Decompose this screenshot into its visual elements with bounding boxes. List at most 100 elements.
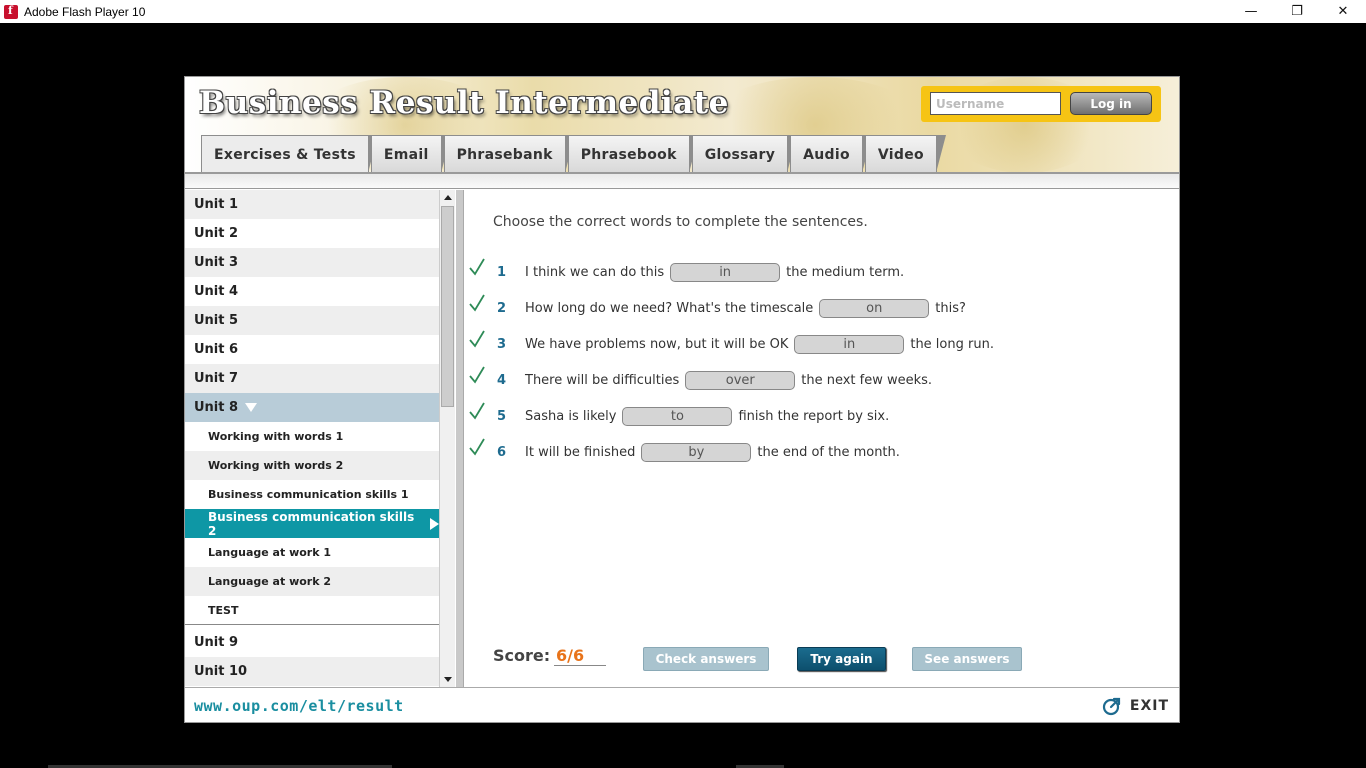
sidebar-sub-item[interactable]: Business communication skills 2	[185, 509, 439, 538]
sentence-before: There will be difficulties	[525, 372, 680, 388]
flash-app: Business Result Intermediate Log in Exer…	[184, 76, 1180, 723]
sub-item-label: Language at work 2	[208, 575, 332, 588]
sidebar-sub-item[interactable]: Language at work 2	[185, 567, 439, 596]
see-answers-button[interactable]: See answers	[912, 647, 1022, 671]
login-button[interactable]: Log in	[1070, 92, 1152, 115]
restore-button[interactable]: ❐	[1274, 0, 1320, 23]
sidebar-unit-item[interactable]: Unit 7	[185, 364, 439, 393]
tab-email[interactable]: Email	[370, 135, 451, 173]
sentence-after: the next few weeks.	[801, 372, 933, 388]
correct-check-icon	[469, 294, 485, 312]
exercise-instructions: Choose the correct words to complete the…	[493, 214, 868, 230]
unit-label: Unit 2	[194, 226, 239, 241]
sidebar-sub-item[interactable]: Working with words 2	[185, 451, 439, 480]
question-sentence: How long do we need? What's the timescal…	[525, 298, 966, 318]
sentence-before: Sasha is likely	[525, 408, 617, 424]
exit-button[interactable]: EXIT	[1102, 696, 1169, 716]
login-panel: Log in	[921, 86, 1161, 122]
question-row: 1 I think we can do this in the medium term…	[465, 258, 1165, 283]
close-button[interactable]: ✕	[1320, 0, 1366, 23]
sidebar-unit-item[interactable]: Unit 10	[185, 657, 439, 686]
answer-field[interactable]: to	[622, 406, 733, 426]
correct-check-icon	[469, 258, 485, 276]
score-label: Score:	[493, 646, 551, 665]
score-value: 6/6	[554, 646, 606, 666]
question-sentence: There will be difficulties over the next f…	[525, 370, 933, 390]
sidebar-unit-item[interactable]: Unit 6	[185, 335, 439, 364]
question-number: 4	[497, 372, 507, 388]
unit-label: Unit 5	[194, 313, 239, 328]
sentence-before: It will be finished	[525, 444, 636, 460]
unit-label: Unit 7	[194, 371, 239, 386]
sub-bar	[185, 174, 1179, 189]
window-controls: — ❐ ✕	[1228, 0, 1366, 23]
footer-url-link[interactable]: www.oup.com/elt/result	[194, 697, 404, 715]
app-header: Business Result Intermediate Log in Exer…	[185, 77, 1179, 174]
app-title: Business Result Intermediate	[199, 85, 729, 121]
sub-item-label: TEST	[208, 603, 239, 617]
answer-field[interactable]: in	[794, 334, 905, 354]
try-again-button[interactable]: Try again	[797, 647, 886, 671]
sentence-after: finish the report by six.	[738, 408, 890, 424]
tab-exercises-tests[interactable]: Exercises & Tests	[201, 135, 378, 174]
app-footer: www.oup.com/elt/result EXIT	[185, 687, 1179, 722]
sub-item-label: Working with words 2	[208, 459, 344, 472]
answer-field[interactable]: by	[641, 442, 752, 462]
question-row: 2 How long do we need? What's the timesca…	[465, 294, 1165, 319]
scroll-thumb[interactable]	[441, 206, 454, 407]
sidebar-scrollbar[interactable]	[439, 190, 455, 687]
sentence-after: the end of the month.	[757, 444, 900, 460]
selected-arrow-icon	[430, 517, 439, 530]
unit-label: Unit 3	[194, 255, 239, 270]
question-row: 3 We have problems now, but it will be OK…	[465, 330, 1165, 355]
sidebar-unit-item[interactable]: Unit 9	[185, 628, 439, 657]
sentence-before: I think we can do this	[525, 264, 665, 280]
sidebar-sub-item[interactable]: Working with words 1	[185, 422, 439, 451]
username-input[interactable]	[930, 92, 1061, 115]
sidebar-unit-item[interactable]: Unit 3	[185, 248, 439, 277]
answer-field[interactable]: over	[685, 370, 796, 390]
unit-label: Unit 4	[194, 284, 239, 299]
answer-field[interactable]: in	[670, 262, 781, 282]
sidebar-sub-item[interactable]: Business communication skills 1	[185, 480, 439, 509]
correct-check-icon	[469, 438, 485, 456]
sidebar-unit-item[interactable]: Unit 4	[185, 277, 439, 306]
tab-phrasebook[interactable]: Phrasebook	[567, 135, 699, 173]
arrow-up-icon	[443, 195, 452, 200]
question-sentence: We have problems now, but it will be OK i…	[525, 334, 994, 354]
question-number: 1	[497, 264, 507, 280]
sentence-after: the medium term.	[786, 264, 905, 280]
tab-glossary[interactable]: Glossary	[691, 135, 798, 173]
scroll-down-button[interactable]	[440, 672, 455, 687]
sidebar-unit-item[interactable]: Unit 1	[185, 190, 439, 219]
tab-video[interactable]: Video	[864, 135, 946, 173]
question-sentence: It will be finished by the end of the mont…	[525, 442, 900, 462]
sub-item-label: Business communication skills 2	[208, 509, 415, 538]
question-row: 6 It will be finished by the end of the mon…	[465, 438, 1165, 463]
unit-sidebar: Unit 1 Unit 2 Unit 3 Unit 4 Unit 5 Unit 6 Unit…	[185, 190, 439, 687]
correct-check-icon	[469, 366, 485, 384]
answer-field[interactable]: on	[819, 298, 930, 318]
flash-player-icon	[4, 4, 18, 19]
scroll-up-button[interactable]	[440, 190, 455, 205]
sidebar-sub-item[interactable]: TEST	[185, 596, 439, 625]
minimize-button[interactable]: —	[1228, 0, 1274, 23]
sentence-before: We have problems now, but it will be OK	[525, 336, 789, 352]
sub-item-label: Working with words 1	[208, 430, 344, 443]
sidebar-unit-item[interactable]: Unit 2	[185, 219, 439, 248]
window-title: Adobe Flash Player 10	[24, 4, 146, 19]
window-titlebar: Adobe Flash Player 10 — ❐ ✕	[0, 0, 1366, 23]
unit-label: Unit 8	[194, 400, 239, 415]
sidebar-sub-item[interactable]: Language at work 1	[185, 538, 439, 567]
check-answers-button[interactable]: Check answers	[643, 647, 769, 671]
sidebar-unit-item[interactable]: Unit 5	[185, 306, 439, 335]
unit-label: Unit 6	[194, 342, 239, 357]
sidebar-unit-8-expanded[interactable]: Unit 8	[185, 393, 439, 422]
sub-item-label: Business communication skills 1	[208, 488, 409, 501]
correct-check-icon	[469, 330, 485, 348]
tab-audio[interactable]: Audio	[790, 135, 872, 173]
tab-phrasebank[interactable]: Phrasebank	[443, 135, 575, 173]
question-number: 6	[497, 444, 507, 460]
question-number: 2	[497, 300, 507, 316]
exit-label: EXIT	[1129, 698, 1169, 714]
